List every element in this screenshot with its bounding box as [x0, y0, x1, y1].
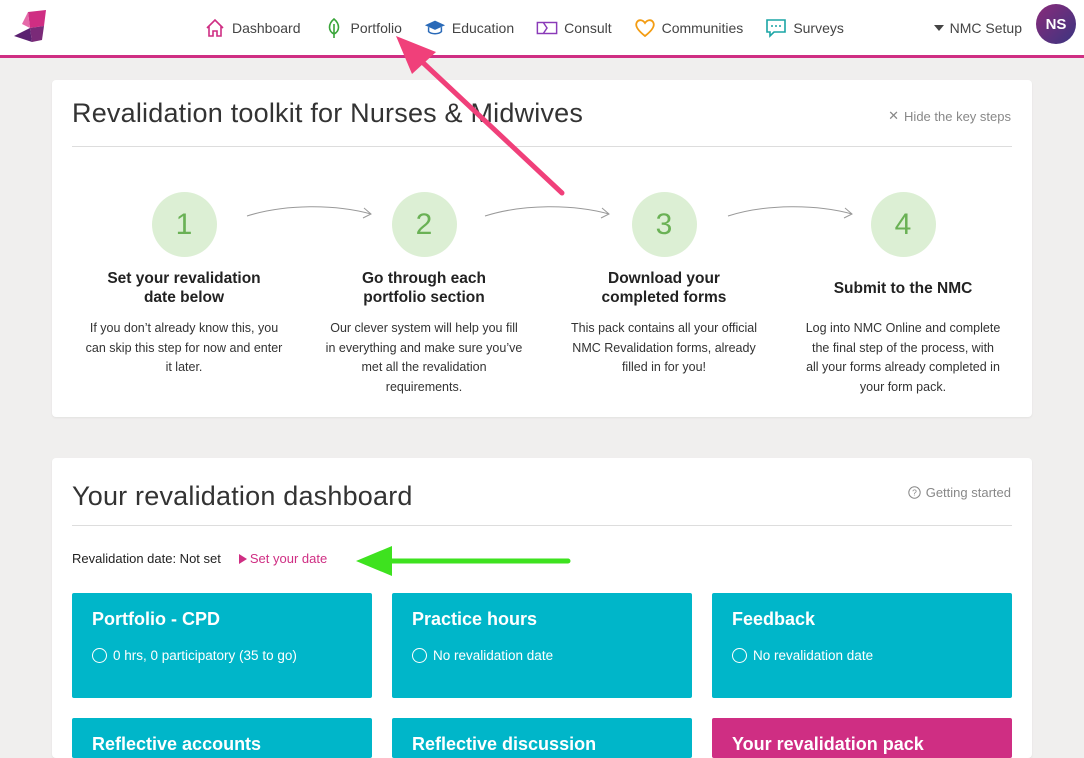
- nav-label: Education: [451, 19, 515, 36]
- nav-label: Dashboard: [232, 19, 301, 36]
- step-number: 1: [151, 192, 217, 257]
- nmc-setup-menu[interactable]: NMC Setup: [933, 0, 1022, 55]
- play-icon: [238, 553, 247, 564]
- nav-label: Consult: [564, 19, 612, 36]
- step-description: Our clever system will help you fill in …: [325, 321, 523, 394]
- step-4: 4 Submit to the NMC Log into NMC Online …: [798, 192, 1008, 397]
- nav-dashboard[interactable]: Dashboard: [204, 18, 301, 38]
- nmc-setup-label: NMC Setup: [949, 19, 1022, 36]
- set-date-link[interactable]: Set your date: [238, 551, 328, 566]
- heart-icon: [634, 18, 655, 37]
- tile-status-text: No revalidation date: [753, 648, 874, 663]
- ticket-icon: [536, 21, 558, 34]
- leaf-icon: [328, 17, 339, 38]
- toolkit-card: Revalidation toolkit for Nurses & Midwiv…: [52, 80, 1032, 417]
- step-title: Set your revalidation date below: [107, 270, 261, 306]
- step-2: 2 Go through each portfolio section Our …: [319, 192, 529, 397]
- revalidation-date-row: Revalidation date: Not set Set your date: [72, 551, 327, 566]
- step-description: If you don’t already know this, you can …: [85, 321, 283, 374]
- progress-ring-icon: [732, 648, 747, 663]
- step-description: This pack contains all your official NMC…: [571, 321, 757, 374]
- help-circle-icon: ?: [908, 486, 921, 499]
- tile-portfolio-cpd[interactable]: Portfolio - CPD 0 hrs, 0 participatory (…: [72, 593, 372, 698]
- step-description: Log into NMC Online and complete the fin…: [805, 321, 1001, 394]
- tile-practice-hours[interactable]: Practice hours No revalidation date: [392, 593, 692, 698]
- chat-bubble-icon: [766, 18, 787, 38]
- brand-logo-icon[interactable]: [14, 10, 48, 44]
- nav-label: Portfolio: [350, 19, 402, 36]
- home-icon: [206, 18, 224, 37]
- revalidation-date-label: Revalidation date: Not set: [72, 551, 221, 566]
- tile-reflective-discussion[interactable]: Reflective discussion: [392, 718, 692, 758]
- tile-title: Reflective accounts: [92, 734, 262, 754]
- step-number: 3: [631, 192, 697, 257]
- step-number: 2: [391, 192, 457, 257]
- graduation-cap-icon: [424, 20, 445, 34]
- tile-title: Practice hours: [412, 609, 538, 629]
- main-nav: Dashboard Portfolio Education Consult Co…: [204, 0, 844, 55]
- nav-label: Surveys: [793, 19, 844, 36]
- nav-communities[interactable]: Communities: [634, 18, 744, 38]
- close-icon: ✕: [888, 108, 900, 123]
- divider: [72, 146, 1012, 147]
- step-title: Go through each portfolio section: [362, 270, 486, 306]
- svg-text:?: ?: [912, 488, 917, 498]
- hide-key-steps-link[interactable]: ✕ Hide the key steps: [888, 108, 1011, 124]
- tile-title: Feedback: [732, 609, 816, 629]
- getting-started-label: Getting started: [925, 485, 1011, 500]
- progress-ring-icon: [92, 648, 107, 663]
- nav-education[interactable]: Education: [424, 18, 514, 38]
- hide-key-steps-label: Hide the key steps: [904, 108, 1011, 124]
- nav-consult[interactable]: Consult: [536, 18, 612, 38]
- tile-status: No revalidation date: [412, 648, 672, 663]
- tile-title: Portfolio - CPD: [92, 609, 220, 629]
- tile-title: Reflective discussion: [412, 734, 597, 754]
- tile-status: No revalidation date: [732, 648, 992, 663]
- nav-portfolio[interactable]: Portfolio: [323, 17, 402, 38]
- set-date-label: Set your date: [249, 551, 328, 566]
- nav-label: Communities: [661, 19, 744, 36]
- tile-status-text: 0 hrs, 0 participatory (35 to go): [113, 648, 297, 663]
- progress-ring-icon: [412, 648, 427, 663]
- getting-started-link[interactable]: ? Getting started: [908, 485, 1011, 500]
- dashboard-title: Your revalidation dashboard: [72, 481, 413, 511]
- step-title: Download your completed forms: [601, 270, 727, 306]
- step-title: Submit to the NMC: [833, 279, 973, 297]
- nav-surveys[interactable]: Surveys: [765, 18, 844, 38]
- tile-feedback[interactable]: Feedback No revalidation date: [712, 593, 1012, 698]
- tile-reflective-accounts[interactable]: Reflective accounts: [72, 718, 372, 758]
- dashboard-card: Your revalidation dashboard ? Getting st…: [52, 458, 1032, 758]
- step-number: 4: [870, 192, 936, 257]
- tile-status-text: No revalidation date: [433, 648, 554, 663]
- top-navigation-bar: Dashboard Portfolio Education Consult Co…: [0, 0, 1084, 58]
- user-avatar[interactable]: NS: [1036, 4, 1076, 44]
- divider: [72, 525, 1012, 526]
- tile-status: 0 hrs, 0 participatory (35 to go): [92, 648, 352, 663]
- tile-title: Your revalidation pack: [732, 734, 924, 754]
- tile-revalidation-pack[interactable]: Your revalidation pack: [712, 718, 1012, 758]
- caret-down-icon: [933, 24, 944, 31]
- toolkit-title: Revalidation toolkit for Nurses & Midwiv…: [72, 98, 584, 128]
